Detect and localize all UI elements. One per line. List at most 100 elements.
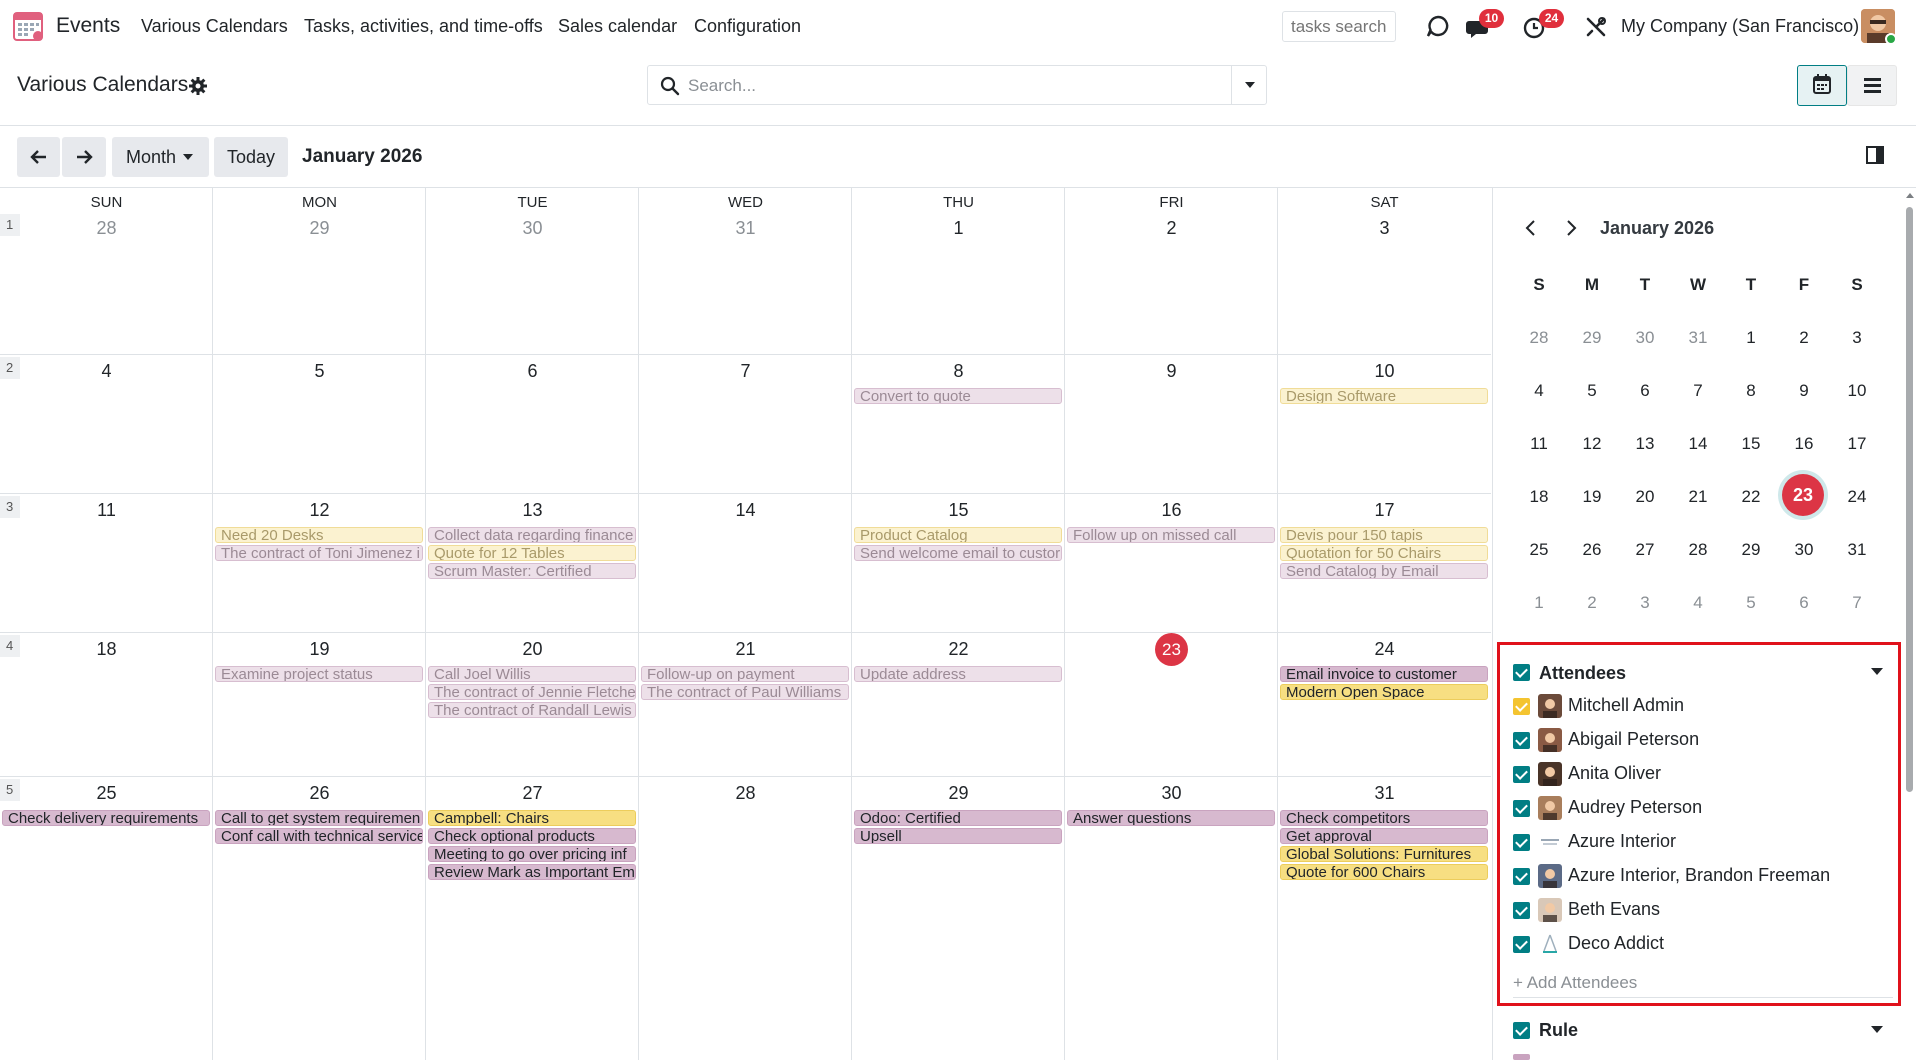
- rule-select-all-checkbox[interactable]: [1513, 1022, 1530, 1039]
- calendar-event[interactable]: Quotation for 50 Chairs: [1280, 545, 1488, 561]
- add-attendees-link[interactable]: + Add Attendees: [1513, 973, 1637, 993]
- mini-day[interactable]: 29: [1731, 540, 1771, 560]
- mini-day[interactable]: 6: [1625, 381, 1665, 401]
- attendees-section-title[interactable]: Attendees: [1539, 663, 1626, 684]
- attendee-name[interactable]: Beth Evans: [1568, 899, 1660, 920]
- mini-day[interactable]: 21: [1678, 487, 1718, 507]
- attendee-name[interactable]: Anita Oliver: [1568, 763, 1661, 784]
- mini-day[interactable]: 3: [1837, 328, 1877, 348]
- day-number[interactable]: 30: [1065, 783, 1278, 804]
- calendar-event[interactable]: Check delivery requirements: [2, 810, 210, 826]
- attendee-checkbox[interactable]: [1513, 800, 1530, 817]
- calendar-event[interactable]: The contract of Jennie Fletche: [428, 684, 636, 700]
- mini-day[interactable]: 10: [1837, 381, 1877, 401]
- day-number[interactable]: 27: [426, 783, 639, 804]
- search-options-toggle[interactable]: [1231, 65, 1267, 105]
- calendar-event[interactable]: Modern Open Space: [1280, 684, 1488, 700]
- day-number[interactable]: 19: [213, 639, 426, 660]
- calendar-event[interactable]: Convert to quote: [854, 388, 1062, 404]
- mini-day[interactable]: 6: [1784, 593, 1824, 613]
- calendar-event[interactable]: Answer questions: [1067, 810, 1275, 826]
- day-number[interactable]: 3: [1278, 218, 1491, 239]
- attendee-name[interactable]: Azure Interior, Brandon Freeman: [1568, 865, 1830, 886]
- attendee-name[interactable]: Abigail Peterson: [1568, 729, 1699, 750]
- today-day-number[interactable]: 23: [1155, 633, 1188, 666]
- calendar-event[interactable]: Follow-up on payment: [641, 666, 849, 682]
- calendar-event[interactable]: Need 20 Desks: [215, 527, 423, 543]
- calendar-event[interactable]: Quote for 600 Chairs: [1280, 864, 1488, 880]
- day-number[interactable]: 16: [1065, 500, 1278, 521]
- day-number[interactable]: 28: [639, 783, 852, 804]
- mini-day[interactable]: 29: [1572, 328, 1612, 348]
- day-number[interactable]: 4: [0, 361, 213, 382]
- mini-day[interactable]: 22: [1731, 487, 1771, 507]
- mini-day[interactable]: 15: [1731, 434, 1771, 454]
- mini-day[interactable]: 17: [1837, 434, 1877, 454]
- day-number[interactable]: 5: [213, 361, 426, 382]
- calendar-event[interactable]: Call to get system requiremen: [215, 810, 423, 826]
- calendar-event[interactable]: Send welcome email to custor: [854, 545, 1062, 561]
- attendee-checkbox[interactable]: [1513, 902, 1530, 919]
- rule-item-checkbox[interactable]: [1513, 1054, 1530, 1060]
- calendar-app-icon[interactable]: [12, 9, 46, 43]
- mini-day[interactable]: 7: [1837, 593, 1877, 613]
- mini-day[interactable]: 11: [1519, 434, 1559, 454]
- mini-day[interactable]: 20: [1625, 487, 1665, 507]
- day-number[interactable]: 30: [426, 218, 639, 239]
- day-number[interactable]: 2: [1065, 218, 1278, 239]
- attendee-checkbox[interactable]: [1513, 868, 1530, 885]
- collapse-caret-icon[interactable]: [1871, 668, 1883, 675]
- mini-day[interactable]: 4: [1519, 381, 1559, 401]
- day-number[interactable]: 22: [852, 639, 1065, 660]
- calendar-event[interactable]: Meeting to go over pricing inf: [428, 846, 636, 862]
- day-number[interactable]: 10: [1278, 361, 1491, 382]
- calendar-event[interactable]: Upsell: [854, 828, 1062, 844]
- day-number[interactable]: 21: [639, 639, 852, 660]
- calendar-view-button[interactable]: [1797, 65, 1847, 106]
- today-button[interactable]: Today: [214, 137, 288, 177]
- day-number[interactable]: 25: [0, 783, 213, 804]
- calendar-event[interactable]: Email invoice to customer: [1280, 666, 1488, 682]
- attendee-name[interactable]: Azure Interior: [1568, 831, 1676, 852]
- mini-day[interactable]: 9: [1784, 381, 1824, 401]
- calendar-event[interactable]: Get approval: [1280, 828, 1488, 844]
- rule-section-title[interactable]: Rule: [1539, 1020, 1578, 1041]
- scroll-up-arrow-icon[interactable]: [1905, 191, 1915, 199]
- calendar-event[interactable]: Update address: [854, 666, 1062, 682]
- mini-day[interactable]: 18: [1519, 487, 1559, 507]
- menu-various-calendars[interactable]: Various Calendars: [141, 16, 288, 37]
- day-number[interactable]: 13: [426, 500, 639, 521]
- calendar-event[interactable]: Odoo: Certified: [854, 810, 1062, 826]
- attendee-checkbox[interactable]: [1513, 732, 1530, 749]
- mini-day[interactable]: 8: [1731, 381, 1771, 401]
- mini-day[interactable]: 28: [1678, 540, 1718, 560]
- calendar-event[interactable]: Examine project status: [215, 666, 423, 682]
- mini-day[interactable]: 27: [1625, 540, 1665, 560]
- calendar-event[interactable]: Conf call with technical service: [215, 828, 423, 844]
- day-number[interactable]: 18: [0, 639, 213, 660]
- mini-day[interactable]: 28: [1519, 328, 1559, 348]
- mini-day[interactable]: 31: [1837, 540, 1877, 560]
- calendar-event[interactable]: Collect data regarding finance: [428, 527, 636, 543]
- mini-day[interactable]: 14: [1678, 434, 1718, 454]
- tools-icon[interactable]: [1582, 13, 1610, 41]
- list-view-button[interactable]: [1847, 65, 1897, 106]
- mini-day[interactable]: 24: [1837, 487, 1877, 507]
- attendee-name[interactable]: Audrey Peterson: [1568, 797, 1702, 818]
- mini-day[interactable]: 4: [1678, 593, 1718, 613]
- mini-day[interactable]: 7: [1678, 381, 1718, 401]
- mini-day[interactable]: 26: [1572, 540, 1612, 560]
- day-number[interactable]: 24: [1278, 639, 1491, 660]
- day-number[interactable]: 11: [0, 500, 213, 521]
- gear-icon[interactable]: [188, 76, 208, 96]
- day-number[interactable]: 17: [1278, 500, 1491, 521]
- attendee-checkbox[interactable]: [1513, 936, 1530, 953]
- day-number[interactable]: 8: [852, 361, 1065, 382]
- scrollbar-thumb[interactable]: [1906, 207, 1913, 792]
- attendees-select-all-checkbox[interactable]: [1513, 664, 1530, 681]
- calendar-event[interactable]: The contract of Paul Williams: [641, 684, 849, 700]
- mini-day[interactable]: 3: [1625, 593, 1665, 613]
- mini-day[interactable]: 5: [1731, 593, 1771, 613]
- day-number[interactable]: 14: [639, 500, 852, 521]
- calendar-event[interactable]: The contract of Toni Jimenez i: [215, 545, 423, 561]
